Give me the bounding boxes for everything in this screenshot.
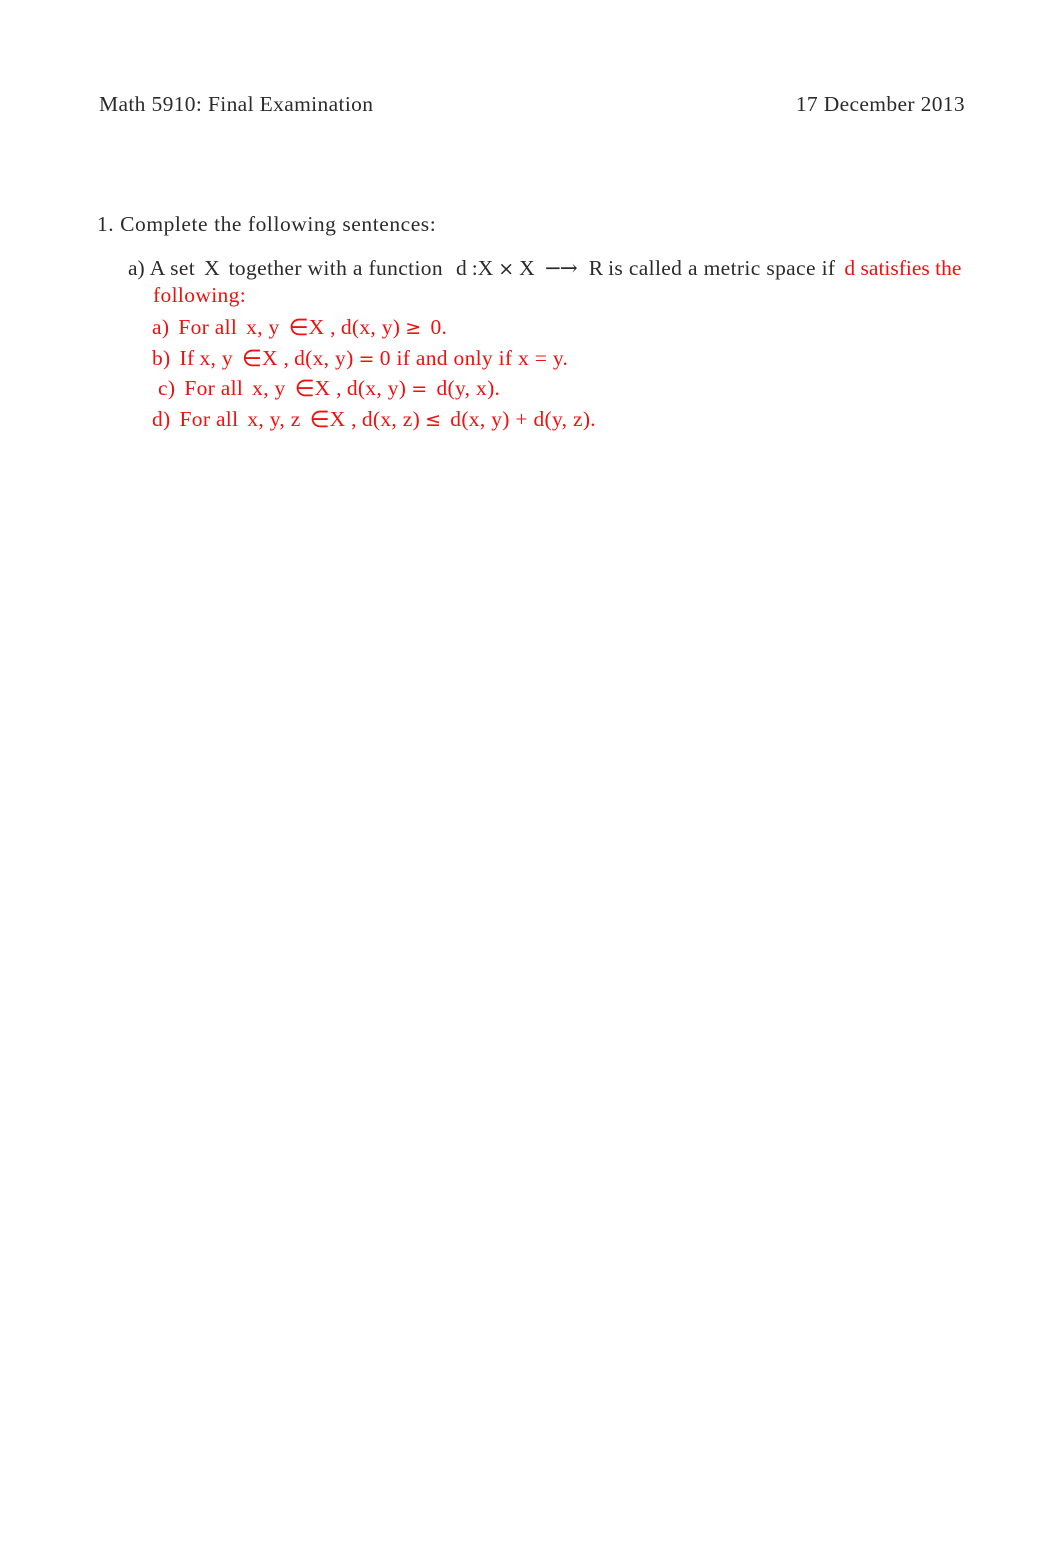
axiom-d-label: d) [152, 406, 171, 431]
part-a-text-after: is called a metric space if [608, 256, 836, 280]
element-of-icon: ∈ [294, 376, 315, 402]
equals-icon: = [358, 347, 375, 370]
axiom-a-expr-right: 0. [430, 315, 448, 339]
list-item: d) For all x, y, z ∈X , d(x, z) ≤ d(x, y) + d(… [152, 405, 952, 436]
axiom-d-quantifier: For all [179, 406, 239, 431]
axiom-c-expr-left: d(x, y) [346, 376, 407, 400]
axiom-c-vars: x, y [252, 376, 286, 400]
cartesian-product-icon: × [498, 258, 515, 280]
part-a-text-before: A set [149, 256, 196, 280]
axiom-d-set: X , [329, 406, 357, 431]
axiom-a-set: X , [308, 315, 336, 339]
part-a-function-name: d [455, 256, 467, 280]
axiom-c-set: X , [314, 376, 342, 400]
axiom-d-expr-right: d(x, y) + d(y, z). [450, 406, 596, 431]
axiom-a-quantifier: For all [178, 315, 238, 339]
axiom-b-vars: x, y [199, 345, 233, 370]
less-equal-icon: ≤ [425, 408, 442, 431]
part-a-set-symbol: X [204, 256, 220, 280]
exam-date: 17 December 2013 [795, 92, 965, 116]
axiom-b-expr-right: 0 if and only if x = y. [379, 345, 569, 370]
question-1-part-a: a) A set Xtogether with a function d:X × X −→ R… [128, 253, 968, 307]
part-a-label: a) [128, 256, 145, 280]
part-a-answer-line-2: following: [153, 283, 247, 307]
element-of-icon: ∈ [309, 406, 330, 433]
element-of-icon: ∈ [288, 315, 309, 341]
axiom-c-label: c) [158, 376, 176, 400]
axiom-c-expr-right: d(y, x). [436, 376, 501, 400]
part-a-answer-line-1: d satisfies the [844, 256, 962, 280]
axiom-b-expr-left: d(x, y) [294, 345, 354, 370]
metric-axioms-list: a) For all x, y ∈X , d(x, y) ≥0. b) If x, y ∈X ,… [152, 313, 952, 435]
document-header: Math 5910: Final Examination 17 December… [99, 92, 965, 117]
question-prompt: 1. Complete the following sentences: [97, 212, 437, 236]
list-item: c) For all x, y ∈X , d(x, y) = d(y, x). [152, 374, 952, 405]
right-arrow-icon: −→ [543, 256, 578, 281]
question-1: 1. Complete the following sentences: [97, 212, 997, 237]
axiom-b-label: b) [152, 345, 171, 370]
equals-icon: = [411, 378, 428, 400]
exam-page: Math 5910: Final Examination 17 December… [0, 0, 1062, 1561]
axiom-a-expr-left: d(x, y) [340, 315, 401, 339]
axiom-a-label: a) [152, 315, 170, 339]
greater-equal-icon: ≥ [405, 317, 422, 339]
axiom-c-quantifier: For all [184, 376, 244, 400]
axiom-b-quantifier: If [179, 345, 195, 370]
part-a-domain-second: X [519, 256, 535, 280]
part-a-codomain: R [588, 256, 604, 280]
part-a-domain-first: X [477, 256, 494, 280]
list-item: b) If x, y ∈X , d(x, y) = 0 if and only if x =… [152, 344, 952, 375]
axiom-d-vars: x, y, z [247, 406, 301, 431]
axiom-b-set: X , [261, 345, 290, 370]
element-of-icon: ∈ [241, 345, 262, 372]
axiom-d-expr-left: d(x, z) [361, 406, 421, 431]
list-item: a) For all x, y ∈X , d(x, y) ≥0. [152, 313, 952, 344]
course-title: Math 5910: Final Examination [99, 92, 374, 116]
part-a-text-middle: together with a function [228, 256, 443, 280]
axiom-a-vars: x, y [246, 315, 280, 339]
part-a-statement: a) A set Xtogether with a function d:X × X −→ R… [128, 253, 968, 284]
